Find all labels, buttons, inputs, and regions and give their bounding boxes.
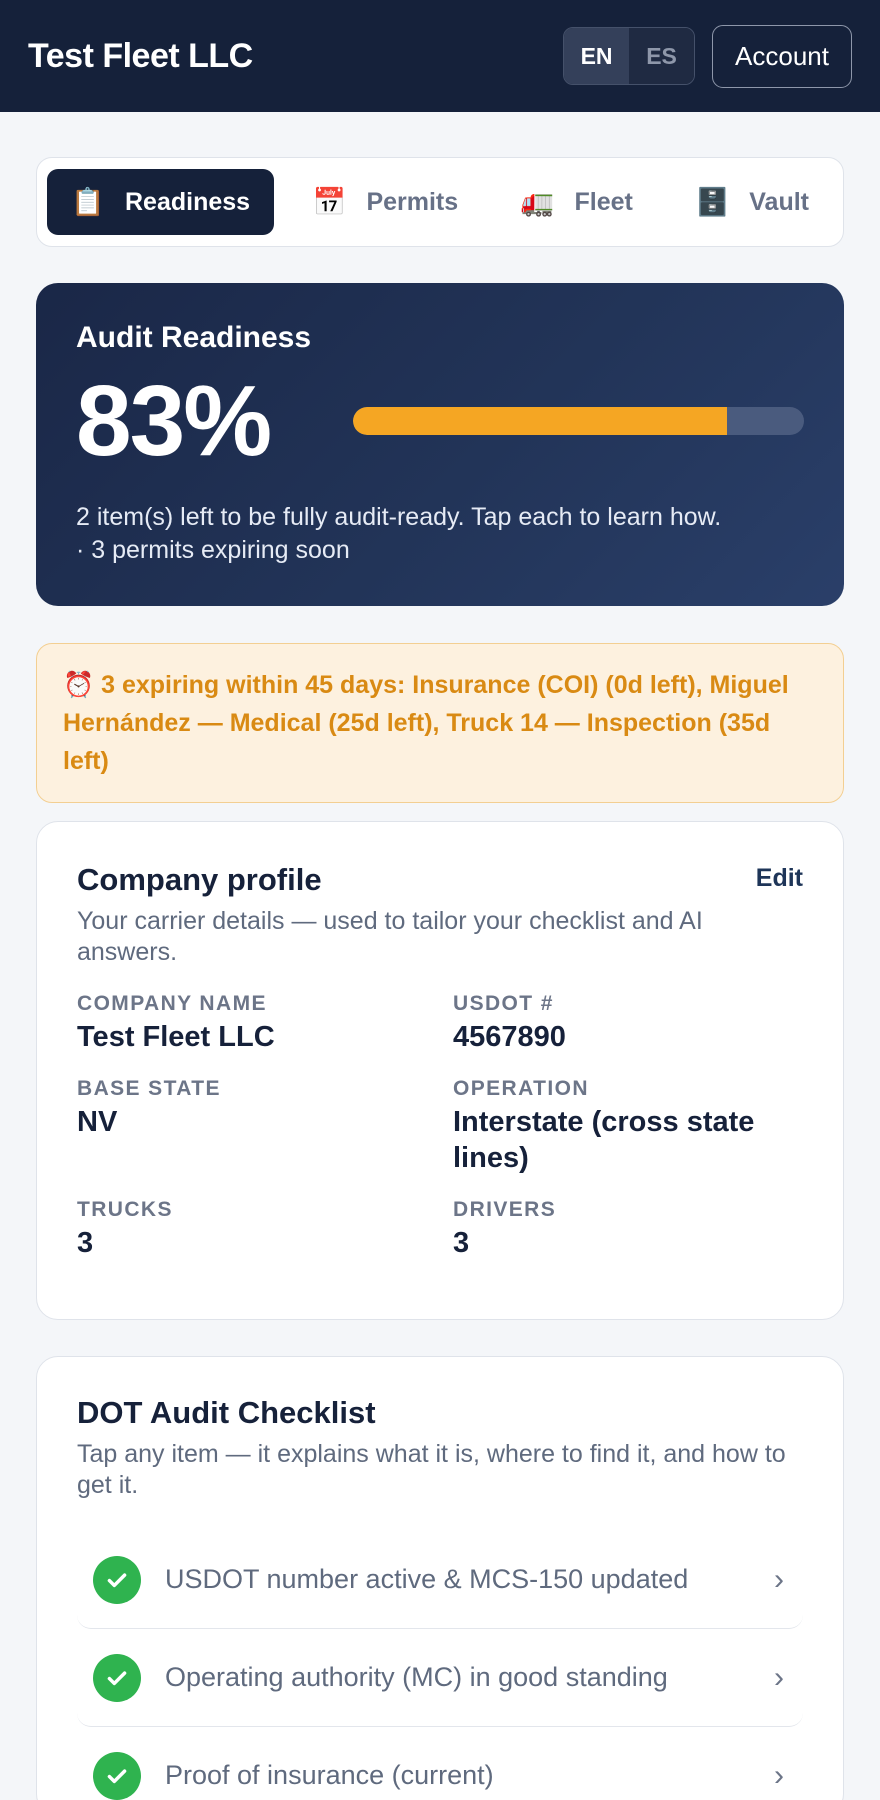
readiness-title: Audit Readiness [76,321,312,354]
field-drivers: DRIVERS 3 [453,1198,803,1261]
readiness-permits-expiring: · 3 permits expiring soon [76,536,350,564]
field-company-name: COMPANY NAME Test Fleet LLC [77,992,453,1055]
field-label: USDOT # [453,992,554,1015]
field-label: COMPANY NAME [77,992,267,1015]
field-base-state: BASE STATE NV [77,1077,453,1176]
truck-icon: 🚛 [520,187,555,217]
checklist-item[interactable]: USDOT number active & MCS-150 updated › [77,1531,803,1629]
tab-label: Vault [749,187,810,216]
check-circle-icon [93,1653,141,1702]
field-value: Test Fleet LLC [77,1021,275,1053]
field-value: NV [77,1106,118,1138]
audit-readiness-card: Audit Readiness 83% 2 item(s) left to be… [36,283,844,606]
checklist-item-label: USDOT number active & MCS-150 updated [165,1564,689,1594]
edit-profile-link[interactable]: Edit [756,864,803,893]
checklist-item-label: Proof of insurance (current) [165,1760,494,1790]
account-button[interactable]: Account [712,24,852,88]
checklist-items: USDOT number active & MCS-150 updated › … [77,1531,803,1800]
readiness-percent: 83% [76,365,272,477]
main-tabs: 📋 Readiness 📅 Permits 🚛 Fleet 🗄️ Vault [36,157,844,247]
company-profile-card: Company profile Edit Your carrier detail… [36,821,844,1320]
readiness-items-left: 2 item(s) left to be fully audit-ready. … [76,503,722,531]
field-value: 4567890 [453,1021,566,1053]
field-trucks: TRUCKS 3 [77,1198,453,1261]
app-header: Test Fleet LLC EN ES Account [0,0,880,112]
check-circle-icon [93,1555,141,1604]
expiry-alert[interactable]: ⏰ 3 expiring within 45 days: Insurance (… [36,643,844,803]
lang-es-button[interactable]: ES [629,28,695,84]
chevron-right-icon: › [774,1562,784,1596]
tab-fleet[interactable]: 🚛 Fleet [497,169,657,235]
language-toggle: EN ES [563,27,696,85]
field-value: Interstate (cross state lines) [453,1106,755,1174]
field-label: OPERATION [453,1077,589,1100]
alarm-clock-icon: ⏰ [63,671,95,699]
field-value: 3 [453,1227,470,1259]
lang-en-button[interactable]: EN [564,28,630,84]
tab-label: Permits [366,187,459,216]
readiness-progress-fill [353,407,728,435]
tab-label: Readiness [125,187,251,216]
calendar-icon: 📅 [312,187,347,217]
chevron-right-icon: › [774,1660,784,1694]
field-operation: OPERATION Interstate (cross state lines) [453,1077,803,1176]
checklist-subtitle: Tap any item — it explains what it is, w… [77,1440,786,1499]
clipboard-icon: 📋 [71,187,105,217]
header-actions: EN ES Account [563,24,852,88]
tab-label: Fleet [574,187,633,216]
checklist-item-label: Operating authority (MC) in good standin… [165,1662,668,1692]
field-usdot: USDOT # 4567890 [453,992,803,1055]
file-cabinet-icon: 🗄️ [695,187,730,217]
dot-audit-checklist-card: DOT Audit Checklist Tap any item — it ex… [36,1356,844,1800]
brand-title: Test Fleet LLC [28,36,253,75]
chevron-right-icon: › [774,1758,784,1792]
profile-subtitle: Your carrier details — used to tailor yo… [77,907,703,966]
expiry-alert-text: 3 expiring within 45 days: Insurance (CO… [63,671,789,775]
field-value: 3 [77,1227,94,1259]
readiness-summary: 2 item(s) left to be fully audit-ready. … [76,501,804,567]
checklist-title: DOT Audit Checklist [77,1395,376,1430]
tab-readiness[interactable]: 📋 Readiness [47,169,275,235]
field-label: BASE STATE [77,1077,221,1100]
checklist-item[interactable]: Operating authority (MC) in good standin… [77,1629,803,1727]
field-label: DRIVERS [453,1198,557,1221]
profile-title: Company profile [77,862,322,897]
tab-permits[interactable]: 📅 Permits [288,169,482,235]
readiness-progress-bar [353,407,804,435]
tab-vault[interactable]: 🗄️ Vault [671,169,833,235]
checklist-item[interactable]: Proof of insurance (current) › [77,1727,803,1800]
check-circle-icon [93,1751,141,1800]
field-label: TRUCKS [77,1198,173,1221]
